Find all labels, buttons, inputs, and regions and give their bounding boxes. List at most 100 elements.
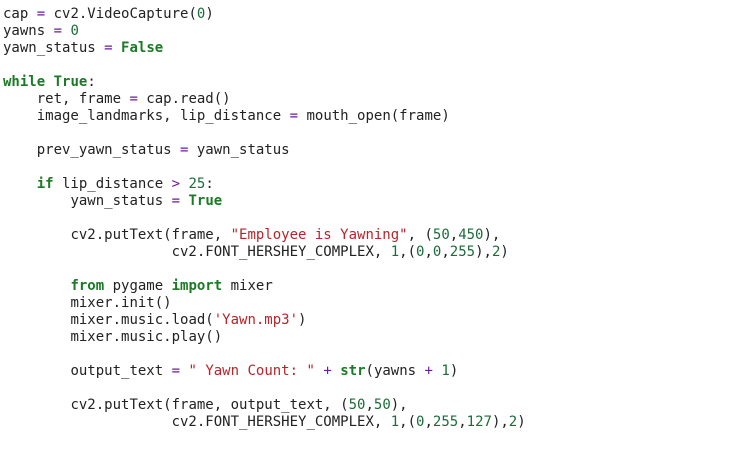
- code-token-num: 1: [390, 244, 400, 260]
- code-token-str: " Yawn Count: ": [188, 363, 315, 379]
- code-token-kw: import: [171, 278, 223, 294]
- code-body[interactable]: cap = cv2.VideoCapture(0) yawns = 0 yawn_s…: [3, 6, 731, 431]
- code-token-num: 450: [458, 227, 484, 243]
- code-line: mixer.init(): [3, 295, 731, 312]
- code-token-plain: mixer.music.load(: [70, 312, 214, 328]
- code-token-plain: cv2.VideoCapture(: [45, 6, 197, 22]
- code-token-op: =: [129, 91, 138, 107]
- code-token-plain: :: [205, 176, 214, 192]
- code-token-str: "Employee is Yawning": [230, 227, 408, 243]
- code-token-kw: str: [340, 363, 366, 379]
- code-token-plain: ,: [424, 414, 433, 430]
- code-line: yawns = 0: [3, 23, 731, 40]
- code-token-op: =: [289, 108, 299, 124]
- clipped-line-fragment: [32, 450, 48, 456]
- code-token-plain: cap.read(): [137, 91, 231, 107]
- code-line: mixer.music.load('Yawn.mp3'): [3, 312, 731, 329]
- code-token-kw: from: [70, 278, 105, 294]
- code-line: mixer.music.play(): [3, 329, 731, 346]
- code-token-num: 255: [432, 414, 459, 430]
- code-line: ret, frame = cap.read(): [3, 91, 731, 108]
- code-token-num: 25: [188, 176, 206, 192]
- code-token-plain: mouth_open(frame): [298, 108, 450, 124]
- code-line: yawn_status = False: [3, 40, 731, 57]
- code-token-num: 127: [466, 414, 492, 430]
- code-token-num: 1: [441, 363, 450, 379]
- code-token-num: 50: [432, 227, 450, 243]
- code-token-plain: yawn_status: [70, 193, 172, 209]
- code-line: output_text = " Yawn Count: " + str(yawn…: [3, 363, 731, 380]
- code-token-num: 2: [508, 414, 518, 430]
- code-token-op: =: [53, 23, 63, 39]
- code-line: while True:: [3, 74, 731, 91]
- code-token-plain: ret, frame: [36, 91, 130, 107]
- code-token-kw: True: [188, 193, 223, 209]
- code-token-plain: mixer: [222, 278, 273, 294]
- code-line: cv2.putText(frame, output_text, (50,50),: [3, 397, 731, 414]
- code-token-plain: ,: [424, 244, 433, 260]
- code-token-op: =: [171, 363, 181, 379]
- code-editor[interactable]: cap = cv2.VideoCapture(0) yawns = 0 yawn_s…: [3, 6, 731, 454]
- code-line: cv2.putText(frame, "Employee is Yawning"…: [3, 227, 731, 244]
- code-token-str: 'Yawn.mp3': [213, 312, 299, 328]
- code-token-plain: output_text: [70, 363, 172, 379]
- code-token-plain: ): [205, 6, 214, 22]
- code-token-op: +: [323, 363, 332, 379]
- code-token-op: =: [36, 6, 46, 22]
- code-token-plain: ,: [365, 397, 374, 413]
- code-line: cv2.FONT_HERSHEY_COMPLEX, 1,(0,255,127),…: [3, 414, 731, 431]
- code-line: cv2.FONT_HERSHEY_COMPLEX, 1,(0,0,255),2): [3, 244, 731, 261]
- code-line: cap = cv2.VideoCapture(0): [3, 6, 731, 23]
- code-token-num: 255: [449, 244, 476, 260]
- code-line: yawn_status = True: [3, 193, 731, 210]
- code-line: from pygame import mixer: [3, 278, 731, 295]
- code-token-kw: True: [53, 74, 88, 90]
- code-token-op: =: [171, 193, 181, 209]
- code-token-plain: yawn_status: [3, 40, 105, 56]
- code-token-plain: lip_distance: [53, 176, 172, 192]
- code-token-num: 50: [348, 397, 366, 413]
- code-token-plain: ,: [449, 227, 459, 243]
- code-token-plain: mixer.music.play(): [70, 329, 223, 345]
- code-token-plain: ): [298, 312, 307, 328]
- code-token-plain: ,: [441, 244, 450, 260]
- code-token-plain: cv2.FONT_HERSHEY_COMPLEX,: [171, 414, 391, 430]
- code-token-plain: (yawns: [365, 363, 425, 379]
- code-token-plain: ,: [458, 414, 467, 430]
- code-token-plain: ,(: [399, 414, 417, 430]
- code-token-plain: cv2.putText(frame, output_text, (: [70, 397, 349, 413]
- code-token-plain: yawns: [3, 23, 54, 39]
- code-line: if lip_distance > 25:: [3, 176, 731, 193]
- code-token-num: 1: [390, 414, 400, 430]
- code-token-plain: , (: [407, 227, 433, 243]
- code-token-op: =: [104, 40, 113, 56]
- code-token-kw: while: [3, 74, 46, 90]
- code-token-plain: ),: [483, 227, 501, 243]
- code-token-num: 50: [373, 397, 391, 413]
- code-token-plain: ): [517, 414, 526, 430]
- code-token-plain: yawn_status: [188, 142, 290, 158]
- code-token-plain: cap: [3, 6, 37, 22]
- code-token-plain: ): [449, 363, 459, 379]
- code-token-op: +: [424, 363, 433, 379]
- code-token-plain: prev_yawn_status: [36, 142, 181, 158]
